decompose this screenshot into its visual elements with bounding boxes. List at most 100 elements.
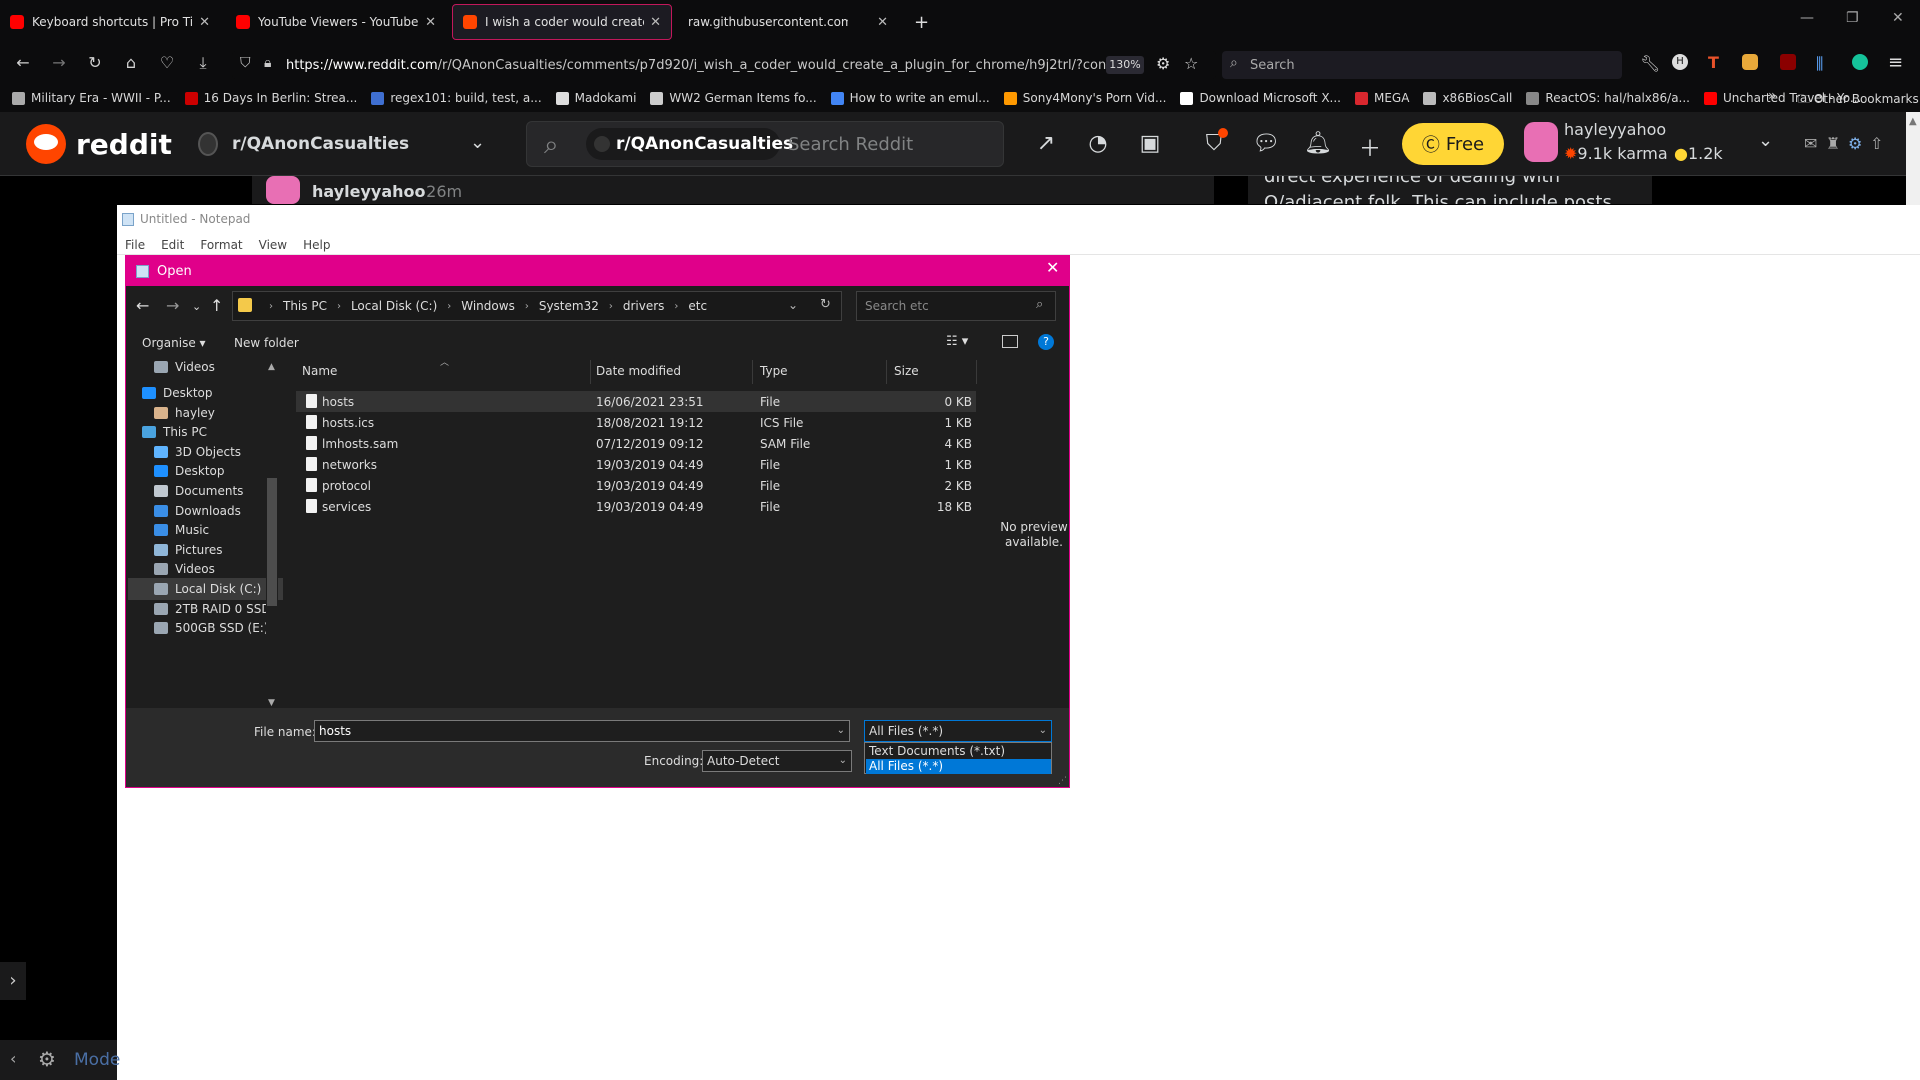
file-type-option-txt[interactable]: Text Documents (*.txt) [866, 744, 1051, 759]
lock-icon[interactable]: 🔒︎ [264, 55, 271, 71]
ublock-icon[interactable] [1780, 54, 1796, 70]
avatar[interactable] [1524, 122, 1558, 162]
nav-item[interactable]: Desktop [128, 460, 283, 482]
notepad-menu-view[interactable]: View [259, 238, 287, 252]
mode-label[interactable]: Mode [74, 1050, 120, 1070]
extension-icon[interactable]: ⚙ [1156, 54, 1170, 73]
restore-icon[interactable]: ❐ [1846, 10, 1859, 26]
wrench-icon[interactable]: 🔧︎ [1640, 54, 1660, 73]
tab-close-icon[interactable]: ✕ [644, 15, 661, 30]
view-options-icon[interactable]: ☷ ▾ [946, 334, 968, 349]
up-folder-icon[interactable]: ↑ [210, 296, 223, 315]
browser-tab[interactable]: YouTube Viewers - YouTube ✕ [226, 4, 446, 40]
file-type-select[interactable]: All Files (*.*) ⌄ [864, 720, 1052, 742]
nav-item[interactable]: Desktop [128, 382, 283, 404]
url-bar[interactable]: https://www.reddit.com/r/QAnonCasualties… [232, 51, 1216, 79]
honey-extension-icon[interactable]: H [1672, 54, 1688, 70]
bookmark-item[interactable]: WW2 German Items fo... [650, 91, 817, 105]
breadcrumb-separator-icon[interactable]: › [609, 301, 613, 312]
chevron-down-icon[interactable]: ⌄ [839, 751, 847, 771]
nav-pane-scroll-thumb[interactable] [267, 478, 277, 606]
popular-icon[interactable]: ↗ [1032, 131, 1060, 156]
breadcrumb-item[interactable]: Windows [461, 299, 515, 313]
upload-icon[interactable]: ⇧ [1870, 134, 1883, 153]
breadcrumb-separator-icon[interactable]: › [525, 301, 529, 312]
browser-tab[interactable]: raw.githubusercontent.com/rimu/r ✕ [678, 4, 898, 40]
tab-close-icon[interactable]: ✕ [193, 15, 210, 30]
refresh-icon[interactable]: ↻ [820, 297, 831, 312]
breadcrumb[interactable]: › This PC › Local Disk (C:) › Windows › System3… [232, 291, 842, 321]
subreddit-name[interactable]: r/QAnonCasualties [232, 134, 409, 154]
bookmark-star-icon[interactable]: ☆ [1184, 54, 1198, 73]
free-coins-button[interactable]: Ⓒ Free [1402, 123, 1504, 165]
browser-search-input[interactable]: Search [1222, 51, 1622, 79]
chat-icon[interactable]: 💬︎ [1252, 131, 1280, 156]
post-avatar[interactable] [266, 176, 300, 204]
breadcrumb-item[interactable]: System32 [539, 299, 599, 313]
bookmark-item[interactable]: ReactOS: hal/halx86/a... [1526, 91, 1690, 105]
pocket-icon[interactable]: ♡ [156, 53, 178, 72]
breadcrumb-item[interactable]: Local Disk (C:) [351, 299, 437, 313]
column-name[interactable]: Name [302, 364, 337, 378]
downloads-icon[interactable]: ⤓ [192, 53, 214, 73]
nav-item[interactable]: Music [128, 519, 283, 541]
file-name-input[interactable]: hosts ⌄ [314, 720, 850, 742]
stats-extension-icon[interactable]: ⫼ [1816, 54, 1823, 74]
nav-item[interactable]: Local Disk (C:) [128, 578, 283, 600]
file-row[interactable]: lmhosts.sam 07/12/2019 09:12 SAM File 4 KB [296, 433, 976, 454]
forward-icon[interactable]: → [166, 296, 179, 315]
scroll-down-icon[interactable]: ▼ [268, 698, 275, 708]
column-divider[interactable] [590, 360, 591, 384]
breadcrumb-separator-icon[interactable]: › [447, 301, 451, 312]
file-row[interactable]: services 19/03/2019 04:49 File 18 KB [296, 496, 976, 517]
grammarly-icon[interactable] [1852, 54, 1868, 70]
file-row[interactable]: networks 19/03/2019 04:49 File 1 KB [296, 454, 976, 475]
menu-icon[interactable]: ≡ [1888, 52, 1903, 73]
bookmark-item[interactable]: Sony4Mony's Porn Vid... [1003, 91, 1166, 105]
column-type[interactable]: Type [760, 364, 788, 378]
chevron-down-icon[interactable]: ⌄ [470, 132, 485, 153]
window-close-icon[interactable]: ✕ [1892, 10, 1904, 26]
nav-item[interactable]: 500GB SSD (E:) [128, 617, 283, 639]
preview-pane-icon[interactable] [1002, 335, 1018, 348]
file-type-option-all[interactable]: All Files (*.*) [866, 759, 1051, 774]
user-menu-chevron-icon[interactable]: ⌄ [1758, 130, 1773, 151]
bookmark-item[interactable]: regex101: build, test, a... [371, 91, 542, 105]
breadcrumb-item[interactable]: drivers [623, 299, 665, 313]
bell-icon[interactable]: 🔔︎ [1304, 131, 1332, 156]
create-post-icon[interactable]: ＋ [1356, 131, 1384, 163]
back-icon[interactable]: ← [136, 296, 149, 315]
zoom-level[interactable]: 130% [1106, 56, 1144, 74]
nav-item[interactable]: Videos [128, 356, 283, 378]
extension-bear-icon[interactable] [1742, 54, 1758, 70]
column-divider[interactable] [752, 360, 753, 384]
all-icon[interactable]: ◔ [1084, 131, 1112, 156]
browser-tab[interactable]: Keyboard shortcuts | Pro Tips fr✕ [0, 4, 220, 40]
more-bookmarks-icon[interactable]: » [1768, 88, 1777, 104]
bookmark-item[interactable]: Military Era - WWII - P... [12, 91, 171, 105]
home-icon[interactable]: ⌂ [120, 53, 142, 72]
help-icon[interactable]: ? [1038, 334, 1054, 350]
column-size[interactable]: Size [894, 364, 919, 378]
breadcrumb-separator-icon[interactable]: › [674, 301, 678, 312]
mail-icon[interactable]: ✉ [1804, 134, 1817, 153]
chevron-left-icon[interactable]: ‹ [10, 1049, 16, 1068]
nav-item[interactable]: Documents [128, 480, 283, 502]
breadcrumb-item[interactable]: This PC [283, 299, 327, 313]
new-tab-button[interactable]: + [914, 12, 929, 33]
column-divider[interactable] [886, 360, 887, 384]
bookmark-item[interactable]: Download Microsoft X... [1180, 91, 1341, 105]
post-username[interactable]: hayleyyahoo [312, 182, 426, 201]
new-folder-button[interactable]: New folder [234, 336, 299, 350]
trophy-icon[interactable]: ♜ [1826, 134, 1840, 153]
notepad-menu-help[interactable]: Help [303, 238, 330, 252]
gear-icon[interactable]: ⚙ [38, 1047, 56, 1071]
recent-locations-icon[interactable]: ⌄ [192, 300, 201, 313]
scroll-up-icon[interactable]: ▲ [268, 362, 275, 372]
file-row[interactable]: hosts.ics 18/08/2021 19:12 ICS File 1 KB [296, 412, 976, 433]
bookmark-item[interactable]: How to write an emul... [830, 91, 990, 105]
t-extension-icon[interactable]: T [1708, 53, 1719, 72]
back-icon[interactable]: ← [12, 53, 34, 72]
search-folder-input[interactable]: Search etc [856, 291, 1056, 321]
tab-close-icon[interactable]: ✕ [871, 15, 888, 30]
